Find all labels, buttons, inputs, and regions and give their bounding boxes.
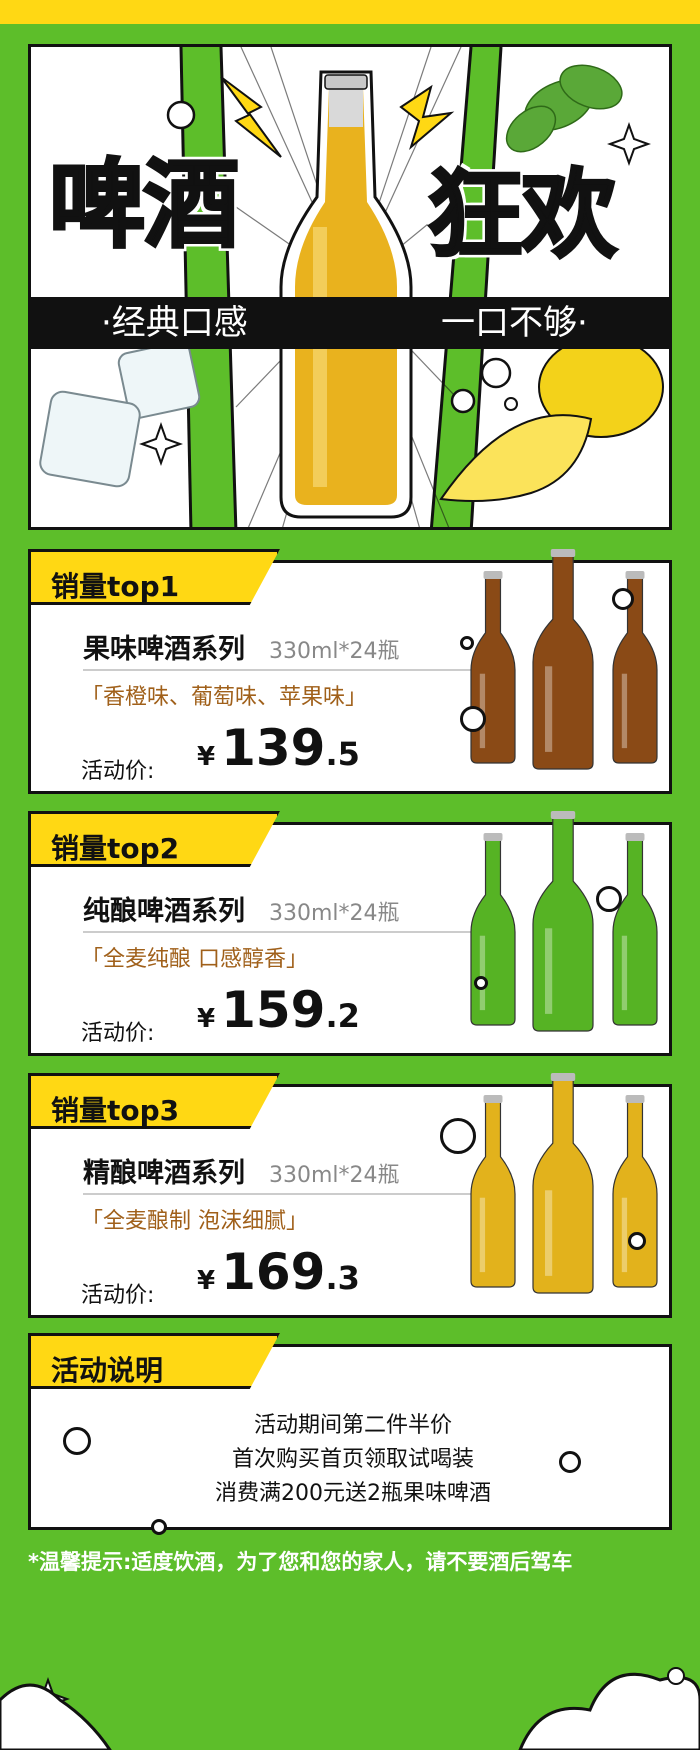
bubble-decoration — [474, 976, 488, 990]
bubble-decoration — [460, 706, 486, 732]
bubble-decoration — [460, 636, 474, 650]
beer-bottle-hero — [279, 70, 413, 519]
product-bottles-image — [470, 811, 658, 1032]
divider — [83, 931, 473, 933]
currency-symbol: ¥ — [197, 1266, 216, 1296]
tagline-left: ·经典口感 — [101, 303, 248, 343]
price-value: ¥159.2 — [197, 981, 360, 1039]
rank-label: 销量top1 — [51, 570, 180, 603]
currency-symbol: ¥ — [197, 742, 216, 772]
product-flavor: 「香橙味、葡萄味、苹果味」 — [81, 685, 368, 710]
price-value: ¥169.3 — [197, 1243, 360, 1301]
hero-banner: 啤酒 狂欢 ·经典口感 一口不够· — [28, 44, 672, 530]
product-bottles-image — [470, 549, 658, 770]
notes-title: 活动说明 — [51, 1354, 164, 1387]
bottle-icon — [532, 549, 594, 770]
drinking-warning: *温馨提示:适度饮酒，为了您和您的家人，请不要酒后驾车 — [28, 1550, 573, 1574]
currency-symbol: ¥ — [197, 1004, 216, 1034]
divider — [83, 669, 473, 671]
bubble-decoration — [440, 1118, 476, 1154]
product-spec: 330ml*24瓶 — [269, 901, 400, 926]
hero-title-left: 啤酒 — [48, 149, 241, 261]
bottle-icon — [532, 1073, 594, 1294]
price-label: 活动价: — [81, 1021, 155, 1046]
divider — [83, 1193, 473, 1195]
price-decimal: .5 — [325, 735, 360, 773]
activity-notes-card: 活动说明 活动期间第二件半价 首次购买首页领取试喝装 消费满200元送2瓶果味啤… — [28, 1333, 672, 1535]
bubble-decoration — [612, 588, 634, 610]
rank-label: 销量top3 — [51, 1094, 180, 1127]
bottle-icon — [470, 833, 516, 1026]
cloud-footer-decoration — [0, 1667, 700, 1750]
bubble-decoration — [63, 1427, 91, 1455]
rank-label: 销量top2 — [51, 832, 180, 865]
comic-panels-illustration — [39, 47, 664, 527]
product-card[interactable]: 销量top1 果味啤酒系列 330ml*24瓶 「香橙味、葡萄味、苹果味」 活动… — [28, 549, 672, 794]
notes-line: 消费满200元送2瓶果味啤酒 — [215, 1481, 491, 1506]
product-bottles-image — [470, 1073, 658, 1294]
bottle-icon — [470, 571, 516, 764]
price-value: ¥139.5 — [197, 719, 360, 777]
price-integer: 169 — [221, 1243, 326, 1301]
product-name: 纯酿啤酒系列 — [83, 896, 245, 927]
bubble-decoration — [628, 1232, 646, 1250]
product-card[interactable]: 销量top3 精酿啤酒系列 330ml*24瓶 「全麦酿制 泡沫细腻」 活动价:… — [28, 1073, 672, 1318]
price-decimal: .2 — [325, 997, 360, 1035]
top-accent-bar — [0, 0, 700, 24]
bottle-icon — [612, 833, 658, 1026]
product-flavor: 「全麦纯酿 口感醇香」 — [81, 947, 308, 972]
product-spec: 330ml*24瓶 — [269, 639, 400, 664]
price-integer: 139 — [221, 719, 326, 777]
notes-line: 活动期间第二件半价 — [253, 1413, 452, 1438]
price-label: 活动价: — [81, 1283, 155, 1308]
product-name: 精酿啤酒系列 — [83, 1158, 245, 1189]
tagline-right: 一口不够· — [441, 303, 588, 343]
bubble-decoration — [559, 1451, 581, 1473]
product-name: 果味啤酒系列 — [83, 634, 245, 665]
bottle-icon — [470, 1095, 516, 1288]
price-integer: 159 — [221, 981, 326, 1039]
bottle-icon — [532, 811, 594, 1032]
hero-title-right: 狂欢 — [426, 159, 619, 271]
product-flavor: 「全麦酿制 泡沫细腻」 — [81, 1209, 308, 1234]
product-card[interactable]: 销量top2 纯酿啤酒系列 330ml*24瓶 「全麦纯酿 口感醇香」 活动价:… — [28, 811, 672, 1056]
price-decimal: .3 — [325, 1259, 360, 1297]
bubble-decoration — [596, 886, 622, 912]
price-label: 活动价: — [81, 759, 155, 784]
bottle-icon — [612, 1095, 658, 1288]
bubble-decoration — [151, 1519, 167, 1535]
product-spec: 330ml*24瓶 — [269, 1163, 400, 1188]
